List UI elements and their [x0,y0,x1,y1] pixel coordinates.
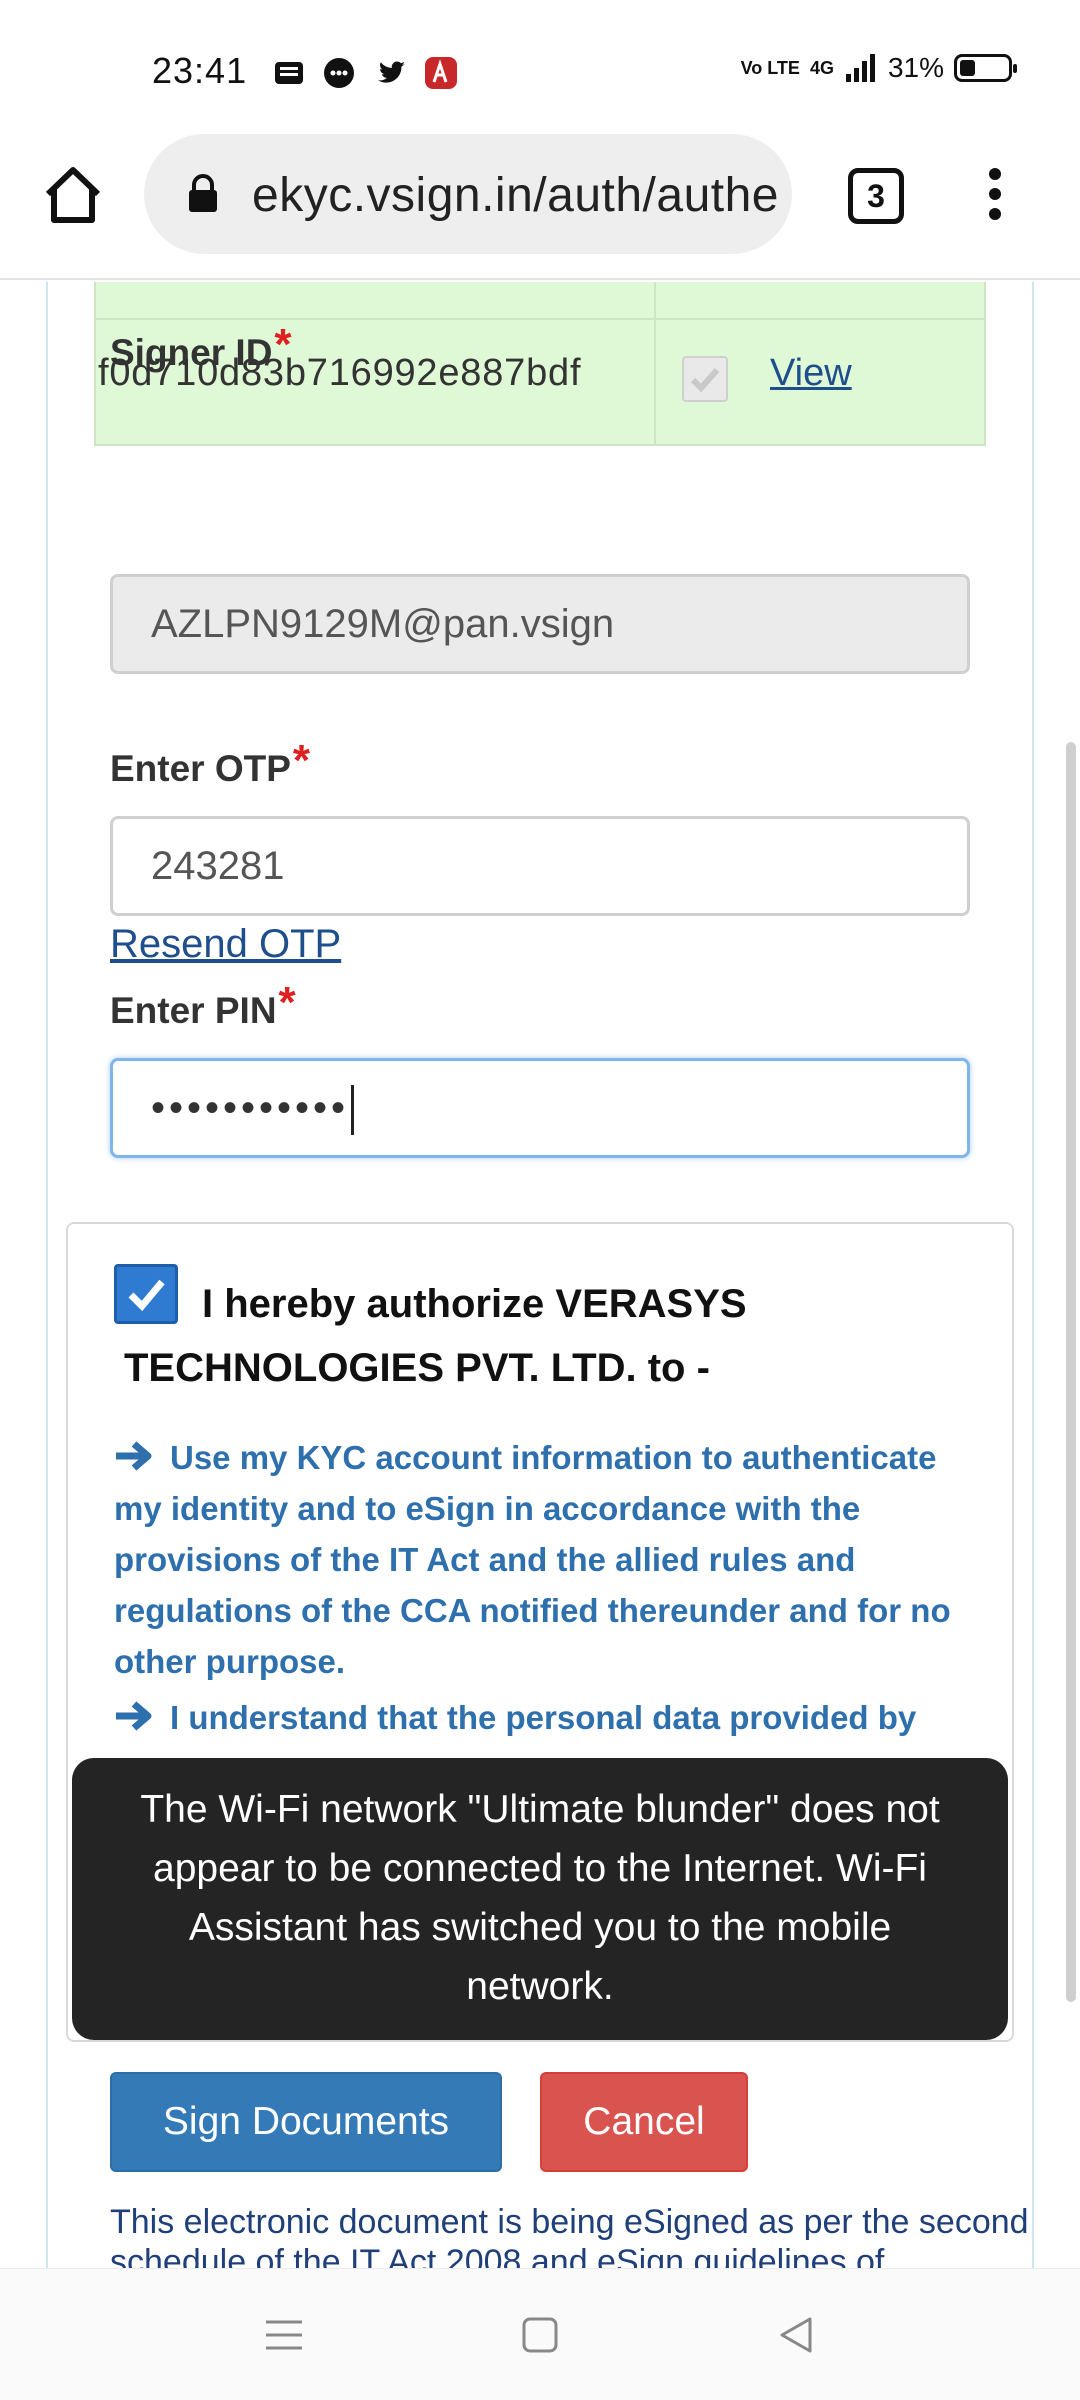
arrow-right-icon [116,1441,152,1471]
address-bar[interactable]: ekyc.vsign.in/auth/authe [144,134,792,254]
legal-footer-note: This electronic document is being eSigne… [110,2203,1029,2268]
pin-label-text: Enter PIN [110,990,277,1031]
battery-icon [954,54,1017,82]
resend-otp-link[interactable]: Resend OTP [110,922,341,967]
pin-value: ••••••••••• [151,1086,350,1130]
scrollbar[interactable] [1066,742,1076,2002]
consent-item: I understand that the personal data prov… [114,1692,984,1743]
otp-field[interactable]: 243281 [110,816,970,916]
required-mark: * [278,978,296,1027]
pin-field[interactable]: ••••••••••• [110,1058,970,1158]
status-bar: 23:41 Vo LTE 4G 31% [0,0,1080,132]
check-icon [690,368,720,393]
required-mark: * [274,320,292,369]
document-checkbox [682,356,728,402]
required-mark: * [292,736,311,785]
status-indicators: Vo LTE 4G 31% [740,52,1017,84]
battery-percent: 31% [887,52,944,83]
panel-border-left [46,282,48,2268]
status-time: 23:41 [152,50,248,91]
wifi-assistant-toast: The Wi-Fi network "Ultimate blunder" doe… [72,1758,1008,2040]
signer-id-label-text: Signer ID [110,332,273,373]
table-divider [654,282,656,446]
arrow-right-icon [116,1701,152,1731]
signer-id-label: Signer ID* [110,320,292,376]
twitter-icon [378,61,405,83]
more-menu-icon[interactable] [975,162,1015,232]
system-navigation-bar [0,2268,1080,2400]
back-icon[interactable] [774,2313,818,2357]
chat-icon [324,58,354,88]
url-text: ekyc.vsign.in/auth/authe [252,169,779,222]
otp-label: Enter OTP* [110,736,310,792]
home-icon[interactable] [40,162,106,228]
network-type: 4G [809,57,834,78]
view-document-link[interactable]: View [770,352,852,395]
browser-toolbar: ekyc.vsign.in/auth/authe 3 [0,132,1080,280]
tab-switcher-button[interactable]: 3 [848,168,904,224]
recents-menu-icon[interactable] [262,2313,306,2357]
consent-title: I hereby authorize VERASYS TECHNOLOGIES … [124,1282,747,1390]
consent-item: Use my KYC account information to authen… [114,1432,984,1687]
sign-documents-button[interactable]: Sign Documents [110,2072,502,2172]
otp-label-text: Enter OTP [110,748,291,789]
consent-item-text: Use my KYC account information to authen… [114,1439,951,1680]
volte-indicator: Vo LTE [740,58,800,78]
notification-news-icon [275,62,303,84]
app-notification-icon [425,57,457,89]
consent-item-text: I understand that the personal data prov… [170,1699,917,1736]
table-row [96,282,984,320]
signer-id-field: AZLPN9129M@pan.vsign [110,574,970,674]
cancel-button[interactable]: Cancel [540,2072,748,2172]
panel-border-right [1032,282,1034,2268]
text-cursor [351,1085,355,1136]
lock-icon [189,174,217,212]
pin-label: Enter PIN* [110,978,296,1034]
signal-icon [845,54,875,82]
home-nav-icon[interactable] [518,2313,562,2357]
